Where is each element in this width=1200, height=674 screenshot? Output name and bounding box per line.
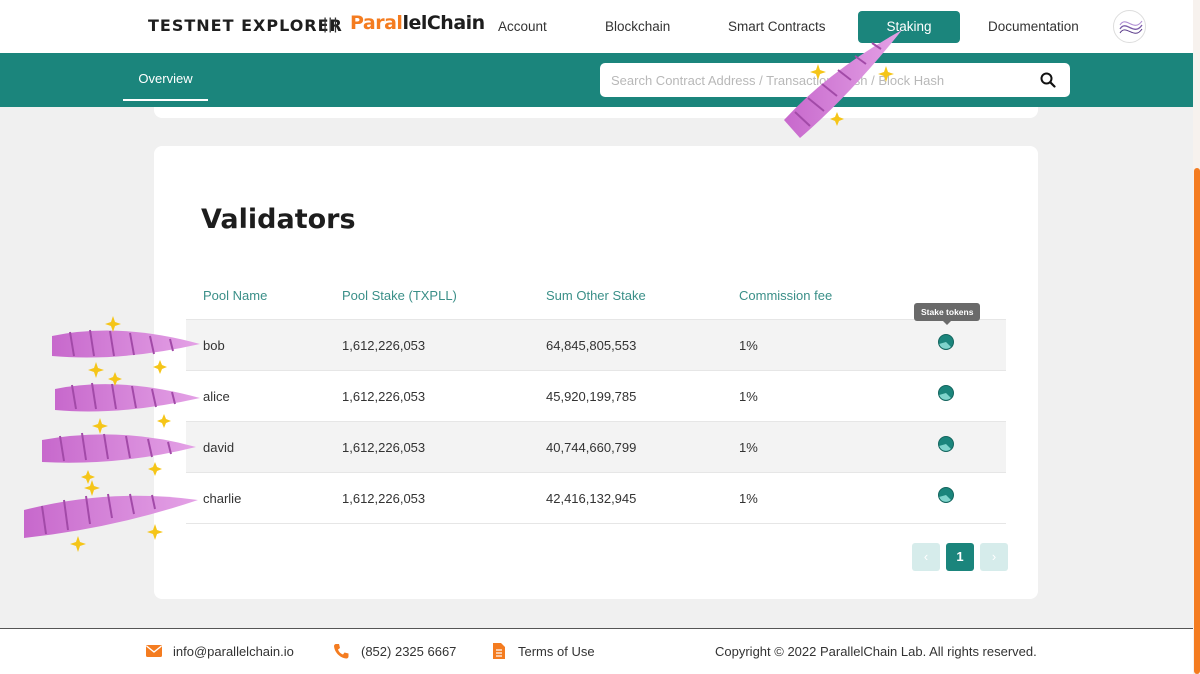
commission-fee: 1%	[739, 389, 758, 404]
stake-token-icon[interactable]	[937, 384, 955, 402]
nav-staking[interactable]: Staking	[858, 11, 960, 43]
commission-fee: 1%	[739, 491, 758, 506]
column-pool-name: Pool Name	[203, 288, 268, 303]
pool-name: alice	[203, 389, 230, 404]
document-icon	[493, 643, 505, 659]
stake-token-icon[interactable]	[937, 435, 955, 453]
sum-other-stake: 64,845,805,553	[546, 338, 637, 353]
stake-button[interactable]	[937, 384, 955, 405]
nav-smart-contracts[interactable]: Smart Contracts	[728, 19, 826, 34]
parallelchain-logo[interactable]: ParallelChain	[350, 12, 485, 34]
column-sum-other-stake: Sum Other Stake	[546, 288, 646, 303]
validators-card: Validators Pool Name Pool Stake (TXPLL) …	[154, 146, 1038, 599]
validators-title: Validators	[201, 204, 356, 235]
stake-button[interactable]	[937, 333, 955, 354]
footer-copyright: Copyright © 2022 ParallelChain Lab. All …	[715, 644, 1037, 659]
table-row: david 1,612,226,053 40,744,660,799 1%	[186, 422, 1006, 473]
pagination-next-button[interactable]: ›	[980, 543, 1008, 571]
commission-fee: 1%	[739, 440, 758, 455]
pool-stake: 1,612,226,053	[342, 389, 426, 404]
nav-blockchain[interactable]: Blockchain	[605, 19, 670, 34]
column-commission-fee: Commission fee	[739, 288, 833, 303]
pagination-page-1[interactable]: 1	[946, 543, 974, 571]
overview-card-bottom	[154, 107, 1038, 118]
pool-stake: 1,612,226,053	[342, 338, 426, 353]
user-avatar[interactable]	[1113, 10, 1146, 43]
tab-overview[interactable]: Overview	[123, 53, 208, 101]
footer: info@parallelchain.io (852) 2325 6667 Te…	[0, 628, 1193, 674]
footer-phone[interactable]: (852) 2325 6667	[361, 644, 456, 659]
footer-email[interactable]: info@parallelchain.io	[173, 644, 294, 659]
stake-button[interactable]	[937, 486, 955, 507]
table-row: bob 1,612,226,053 64,845,805,553 1%	[186, 320, 1006, 371]
table-row: alice 1,612,226,053 45,920,199,785 1%	[186, 371, 1006, 422]
table-header: Pool Name Pool Stake (TXPLL) Sum Other S…	[186, 284, 1006, 320]
search-box	[600, 63, 1070, 97]
search-input[interactable]	[611, 63, 1031, 97]
scrollbar-thumb[interactable]	[1194, 168, 1200, 674]
nav-account[interactable]: Account	[498, 19, 547, 34]
nav-documentation[interactable]: Documentation	[988, 19, 1079, 34]
table-row: charlie 1,612,226,053 42,416,132,945 1%	[186, 473, 1006, 524]
search-icon[interactable]	[1040, 72, 1056, 88]
commission-fee: 1%	[739, 338, 758, 353]
column-pool-stake: Pool Stake (TXPLL)	[342, 288, 457, 303]
top-navigation: TESTNET EXPLORER ||| ParallelChain Accou…	[0, 0, 1193, 53]
mail-icon	[146, 645, 162, 657]
footer-terms-link[interactable]: Terms of Use	[518, 644, 595, 659]
pool-name: david	[203, 440, 235, 455]
pool-name: bob	[203, 338, 225, 353]
sum-other-stake: 45,920,199,785	[546, 389, 637, 404]
phone-icon	[334, 644, 349, 659]
pool-stake: 1,612,226,053	[342, 440, 426, 455]
pool-stake: 1,612,226,053	[342, 491, 426, 506]
brand-title[interactable]: TESTNET EXPLORER	[148, 16, 343, 35]
stake-tooltip: Stake tokens	[914, 303, 981, 325]
sum-other-stake: 42,416,132,945	[546, 491, 637, 506]
stake-token-icon[interactable]	[937, 333, 955, 351]
brand-separator: |||	[323, 16, 339, 33]
stake-token-icon[interactable]	[937, 486, 955, 504]
pagination-prev-button[interactable]: ‹	[912, 543, 940, 571]
pool-name: charlie	[203, 491, 242, 506]
sub-navigation: Overview	[0, 53, 1193, 107]
stake-button[interactable]	[937, 435, 955, 456]
sum-other-stake: 40,744,660,799	[546, 440, 637, 455]
